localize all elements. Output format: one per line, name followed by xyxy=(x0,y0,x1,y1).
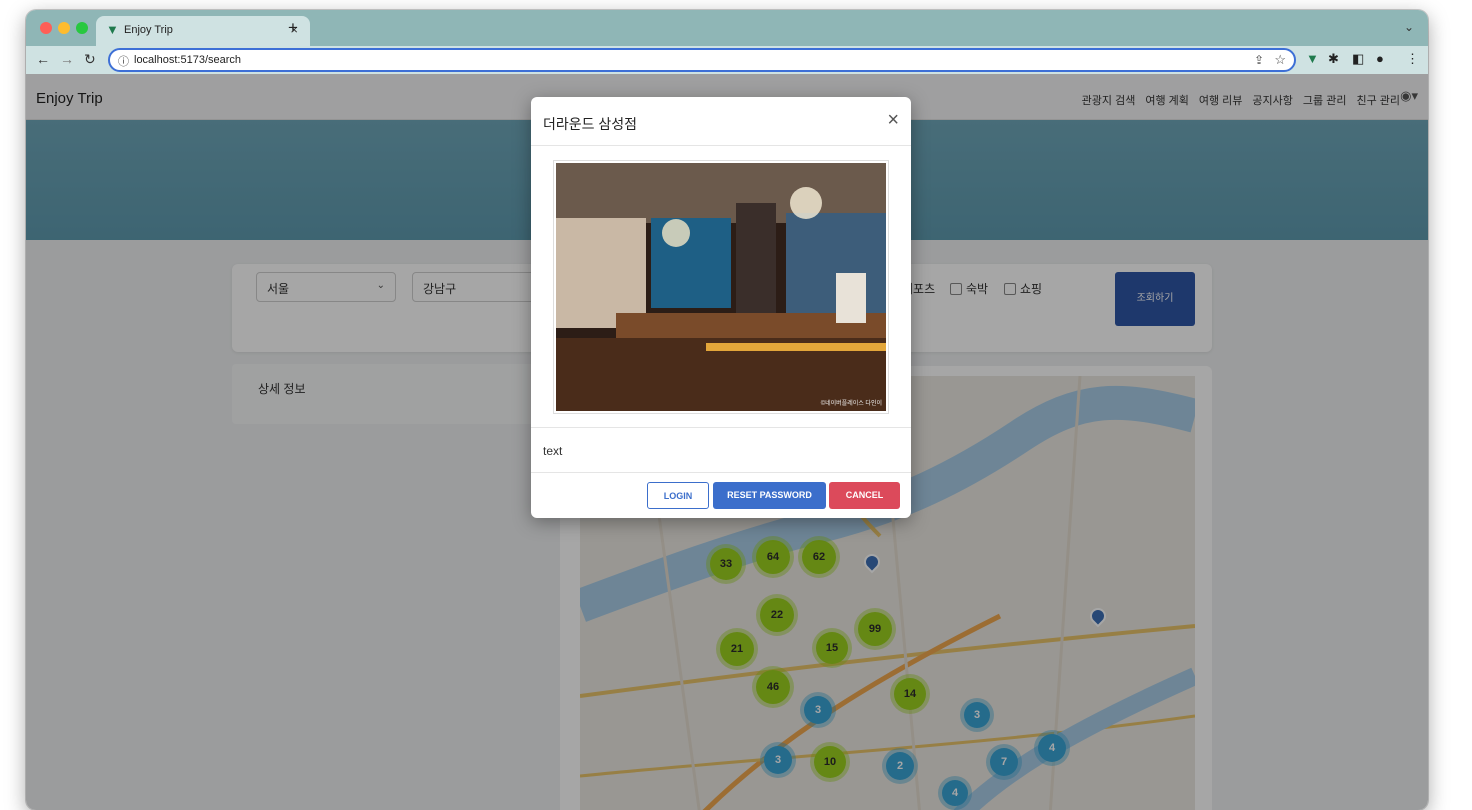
image-caption: ©네이버플레이스 다인이 xyxy=(820,401,882,407)
address-bar[interactable]: ⓘ localhost:5173/search ⇪ ☆ xyxy=(108,48,1296,72)
share-icon[interactable]: ⇪ xyxy=(1254,53,1264,67)
url-text[interactable]: localhost:5173/search xyxy=(134,54,241,66)
minimize-window-button[interactable] xyxy=(58,22,70,34)
browser-menu-icon[interactable]: ⋮ xyxy=(1406,51,1419,67)
cancel-button[interactable]: CANCEL xyxy=(829,482,900,509)
forward-arrow-icon[interactable]: → xyxy=(60,51,74,67)
vue-devtools-extension-icon[interactable]: ▼ xyxy=(1306,51,1319,66)
back-arrow-icon[interactable]: ← xyxy=(36,51,50,67)
modal-title: 더라운드 삼성점 xyxy=(543,116,638,132)
site-info-icon[interactable]: ⓘ xyxy=(118,53,129,69)
tab-bar: ▼ Enjoy Trip × + ⌄ xyxy=(26,10,1428,46)
side-panel-icon[interactable]: ◧ xyxy=(1352,51,1364,67)
vue-logo-icon: ▼ xyxy=(106,22,119,37)
browser-toolbar: ← → ↻ ⓘ localhost:5173/search ⇪ ☆ ▼ ✱ ◧ … xyxy=(26,46,1428,74)
extensions-puzzle-icon[interactable]: ✱ xyxy=(1328,51,1339,67)
restaurant-interior-image xyxy=(556,163,886,411)
modal-body-divider xyxy=(531,427,911,428)
close-icon[interactable]: × xyxy=(887,109,899,132)
browser-tab[interactable]: ▼ Enjoy Trip × xyxy=(96,16,310,46)
login-button[interactable]: LOGIN xyxy=(647,482,709,509)
bookmark-star-icon[interactable]: ☆ xyxy=(1274,52,1286,68)
modal-body-text: text xyxy=(543,444,563,458)
reset-password-button[interactable]: RESET PASSWORD xyxy=(713,482,826,509)
reload-icon[interactable]: ↻ xyxy=(84,51,96,68)
tab-title: Enjoy Trip xyxy=(124,24,173,36)
modal-header-divider xyxy=(531,145,911,146)
maximize-window-button[interactable] xyxy=(76,22,88,34)
tab-search-chevron-icon[interactable]: ⌄ xyxy=(1404,20,1414,34)
profile-avatar-icon[interactable]: ● xyxy=(1376,51,1384,66)
new-tab-button[interactable]: + xyxy=(288,18,298,38)
close-window-button[interactable] xyxy=(40,22,52,34)
modal-footer-divider xyxy=(531,472,911,473)
place-photo: ©네이버플레이스 다인이 xyxy=(553,160,889,414)
place-detail-modal: 더라운드 삼성점 × ©네이버플레이스 다인이 text LOGIN RESET… xyxy=(531,97,911,518)
